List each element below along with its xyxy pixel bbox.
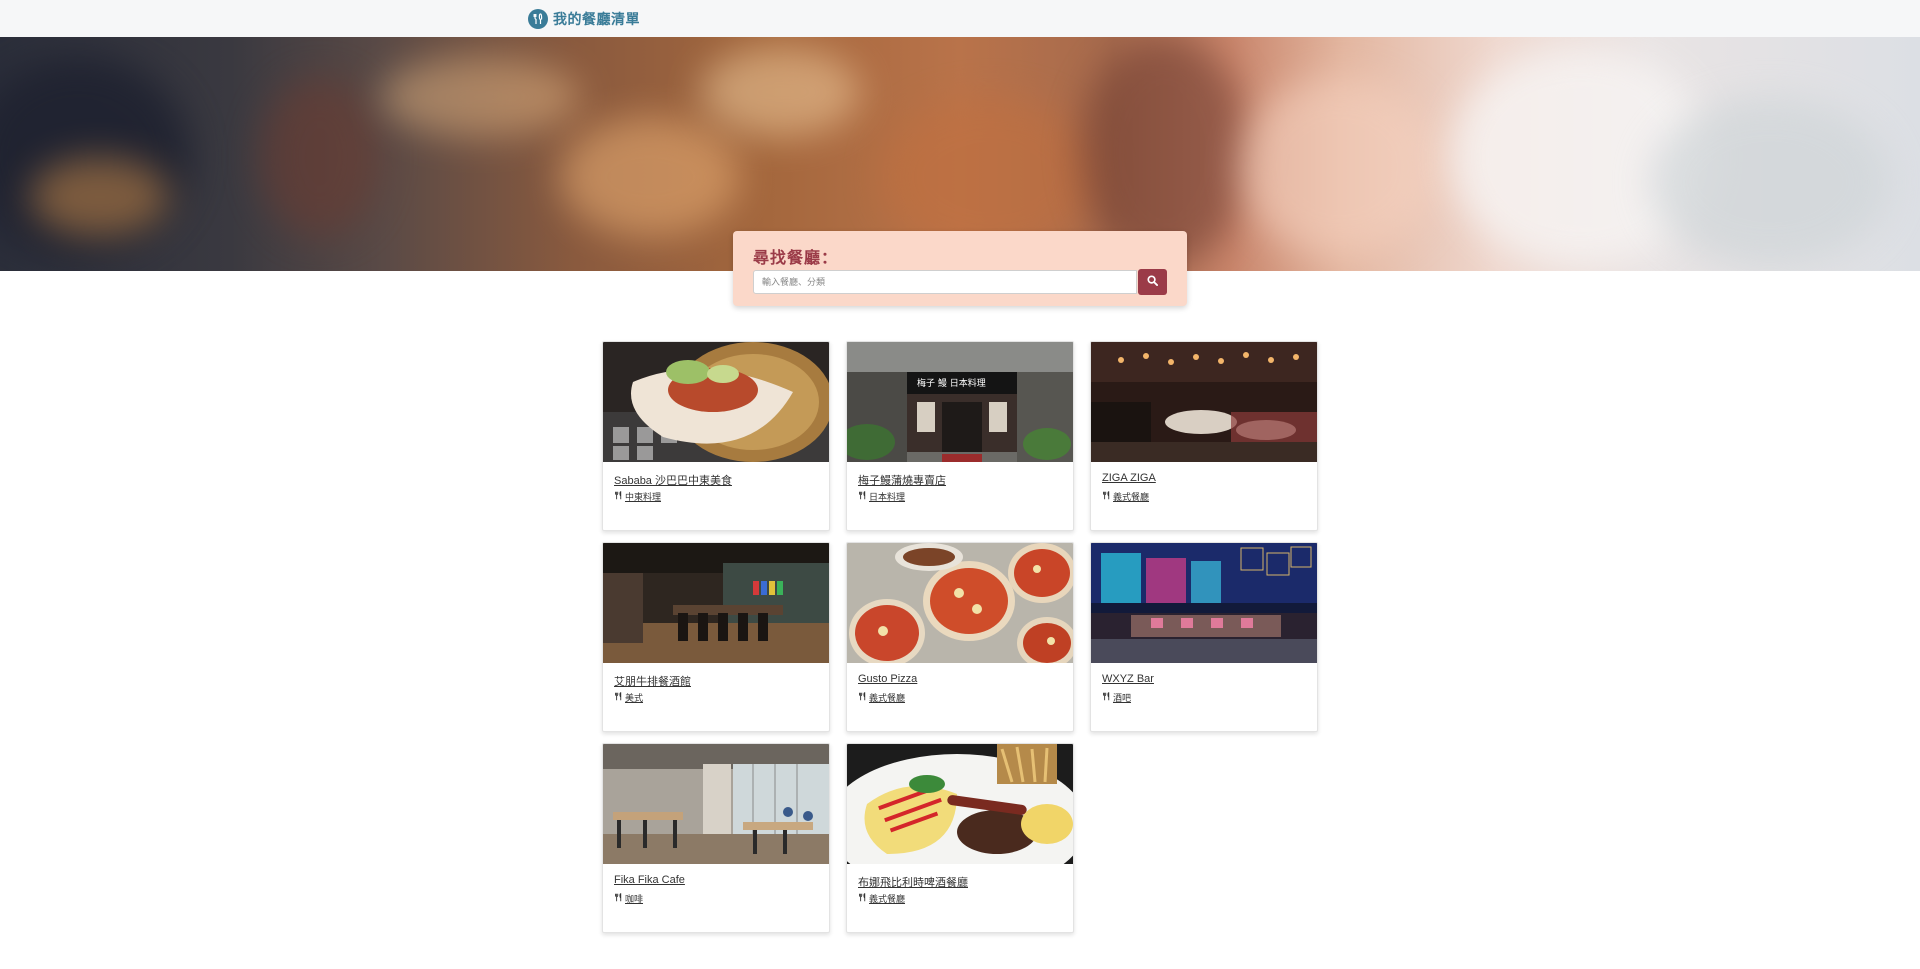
category-link[interactable]: 義式餐廳 [869, 691, 905, 704]
restaurant-name-link[interactable]: ZIGA ZIGA [1102, 472, 1156, 484]
restaurant-category: 義式餐廳 [858, 691, 905, 704]
restaurant-photo [1091, 543, 1317, 663]
restaurant-card[interactable]: 梅子 鰻 日本料理 梅子鰻蒲燒專賣店 日本料理 [846, 341, 1074, 531]
search-icon [1147, 273, 1158, 291]
utensils-icon [858, 491, 867, 502]
brand-link[interactable]: 我的餐廳清單 [528, 9, 640, 29]
restaurant-photo [1091, 342, 1317, 462]
restaurant-photo [847, 744, 1073, 864]
utensils-icon [614, 692, 623, 703]
restaurant-photo [603, 744, 829, 864]
restaurant-card[interactable]: Gusto Pizza 義式餐廳 [846, 542, 1074, 732]
restaurant-card[interactable]: 艾朋牛排餐酒館 美式 [602, 542, 830, 732]
restaurant-category: 酒吧 [1102, 691, 1131, 704]
category-link[interactable]: 美式 [625, 691, 643, 704]
category-link[interactable]: 咖啡 [625, 892, 643, 905]
restaurant-category: 中東料理 [614, 490, 661, 503]
category-link[interactable]: 義式餐廳 [1113, 490, 1149, 503]
restaurant-category: 義式餐廳 [1102, 490, 1149, 503]
restaurant-category: 日本料理 [858, 490, 905, 503]
restaurant-photo [847, 543, 1073, 663]
svg-text:梅子 鰻 日本料理: 梅子 鰻 日本料理 [917, 377, 986, 389]
utensils-icon [858, 692, 867, 703]
utensils-icon [1102, 491, 1111, 502]
restaurant-card[interactable]: ZIGA ZIGA 義式餐廳 [1090, 341, 1318, 531]
restaurant-name-link[interactable]: 艾朋牛排餐酒館 [614, 673, 691, 689]
utensils-icon [528, 9, 548, 29]
utensils-icon [858, 893, 867, 904]
restaurant-name-link[interactable]: 布娜飛比利時啤酒餐廳 [858, 874, 968, 890]
restaurant-card[interactable]: Fika Fika Cafe 咖啡 [602, 743, 830, 933]
category-link[interactable]: 日本料理 [869, 490, 905, 503]
restaurant-photo: 梅子 鰻 日本料理 [847, 342, 1073, 462]
category-link[interactable]: 義式餐廳 [869, 892, 905, 905]
restaurant-card[interactable]: Sababa 沙巴巴中東美食 中東料理 [602, 341, 830, 531]
search-button[interactable] [1138, 269, 1167, 295]
utensils-icon [614, 893, 623, 904]
restaurant-photo [603, 543, 829, 663]
restaurant-photo [603, 342, 829, 462]
restaurant-category: 咖啡 [614, 892, 643, 905]
restaurant-name-link[interactable]: Gusto Pizza [858, 673, 917, 685]
restaurant-name-link[interactable]: WXYZ Bar [1102, 673, 1154, 685]
restaurant-category: 美式 [614, 691, 643, 704]
search-input[interactable] [753, 270, 1137, 294]
navbar: 我的餐廳清單 [0, 0, 1920, 37]
restaurant-card[interactable]: WXYZ Bar 酒吧 [1090, 542, 1318, 732]
search-title: 尋找餐廳： [753, 250, 839, 267]
restaurant-card[interactable]: 布娜飛比利時啤酒餐廳 義式餐廳 [846, 743, 1074, 933]
search-panel: 尋找餐廳： [733, 231, 1187, 306]
utensils-icon [1102, 692, 1111, 703]
category-link[interactable]: 中東料理 [625, 490, 661, 503]
category-link[interactable]: 酒吧 [1113, 691, 1131, 704]
brand-title: 我的餐廳清單 [553, 11, 640, 27]
restaurant-name-link[interactable]: Fika Fika Cafe [614, 874, 685, 886]
restaurant-category: 義式餐廳 [858, 892, 905, 905]
restaurant-name-link[interactable]: Sababa 沙巴巴中東美食 [614, 472, 732, 488]
utensils-icon [614, 491, 623, 502]
restaurant-name-link[interactable]: 梅子鰻蒲燒專賣店 [858, 472, 946, 488]
